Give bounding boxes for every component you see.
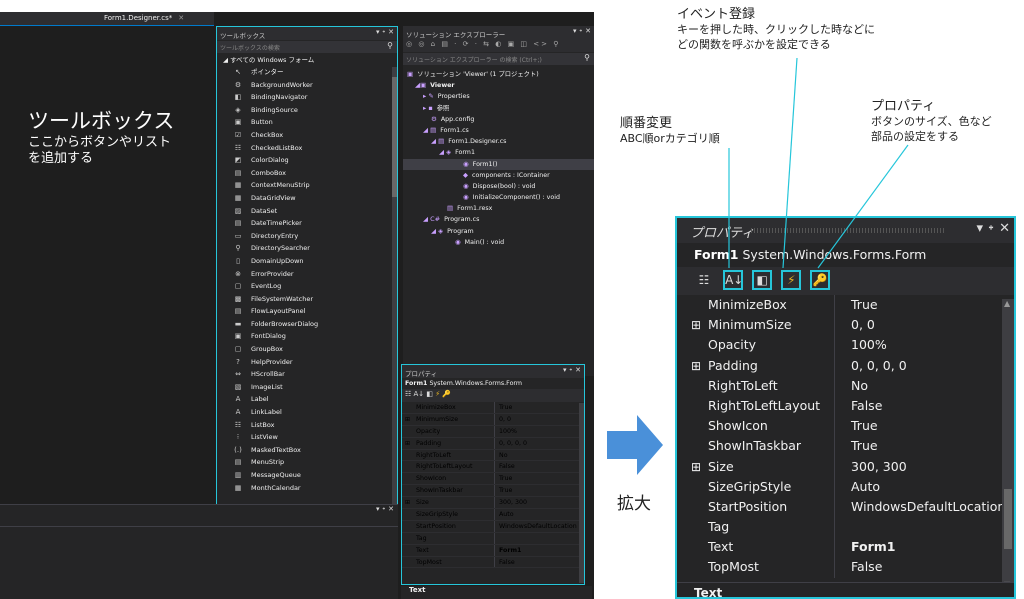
- event-annotation-title: イベント登録: [677, 7, 756, 22]
- property-annotation-desc2: 部品の設定をする: [871, 130, 959, 143]
- order-annotation: 順番変更 ABC順orカテゴリ順: [620, 112, 720, 146]
- event-callout-line: [782, 57, 798, 269]
- property-annotation: プロパティ ボタンのサイズ、色など 部品の設定をする: [871, 95, 992, 144]
- property-annotation-desc1: ボタンのサイズ、色など: [871, 115, 992, 128]
- order-annotation-title: 順番変更: [620, 116, 673, 131]
- event-annotation: イベント登録 キーを押した時、クリックした時などに どの関数を呼ぶかを設定できる: [677, 3, 875, 52]
- order-annotation-desc: ABC順orカテゴリ順: [620, 132, 720, 145]
- annotation-lines: [728, 57, 909, 269]
- property-annotation-title: プロパティ: [871, 99, 936, 114]
- property-callout-line: [817, 144, 909, 269]
- event-annotation-desc1: キーを押した時、クリックした時などに: [677, 23, 875, 36]
- event-annotation-desc2: どの関数を呼ぶかを設定できる: [677, 38, 831, 51]
